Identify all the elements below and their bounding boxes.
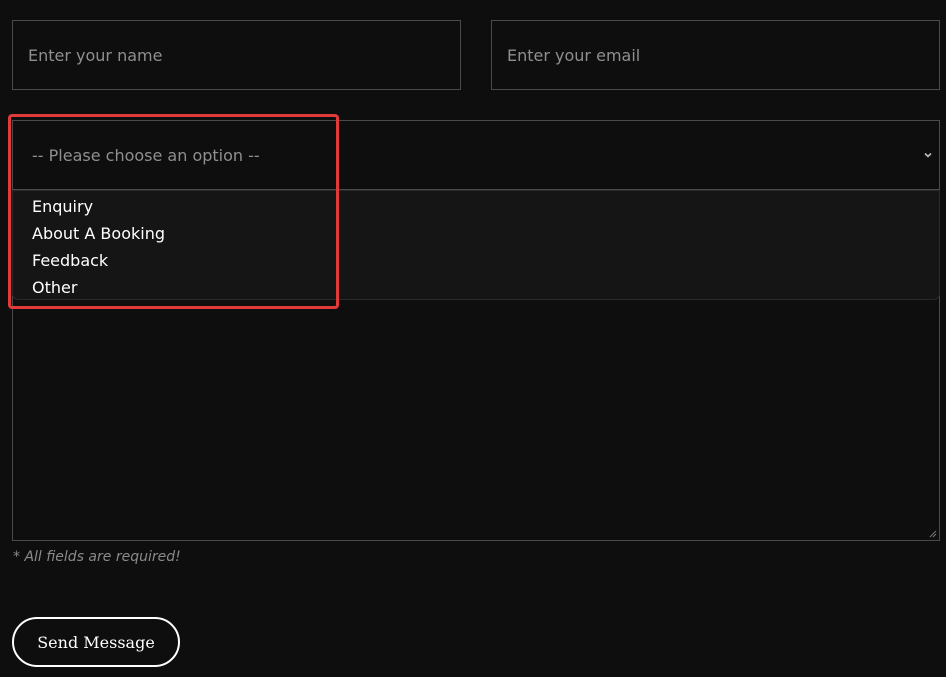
name-placeholder: Enter your name bbox=[28, 45, 163, 65]
required-note: * All fields are required! bbox=[13, 549, 181, 565]
subject-selected-value: -- Please choose an option -- bbox=[32, 145, 260, 165]
name-input[interactable]: Enter your name bbox=[12, 20, 461, 90]
option-feedback[interactable]: Feedback bbox=[13, 247, 939, 274]
subject-dropdown-list: Enquiry About A Booking Feedback Other bbox=[12, 190, 940, 300]
send-message-button[interactable]: Send Message bbox=[12, 617, 180, 667]
resize-handle-icon[interactable] bbox=[929, 530, 937, 538]
option-about-a-booking[interactable]: About A Booking bbox=[13, 220, 939, 247]
option-enquiry[interactable]: Enquiry bbox=[13, 193, 939, 220]
subject-select[interactable]: -- Please choose an option -- bbox=[12, 120, 940, 190]
chevron-down-icon bbox=[924, 152, 932, 158]
option-other[interactable]: Other bbox=[13, 274, 939, 301]
email-input[interactable]: Enter your email bbox=[491, 20, 940, 90]
email-placeholder: Enter your email bbox=[507, 45, 641, 65]
contact-form: Enter your name Enter your email -- Plea… bbox=[0, 0, 946, 677]
